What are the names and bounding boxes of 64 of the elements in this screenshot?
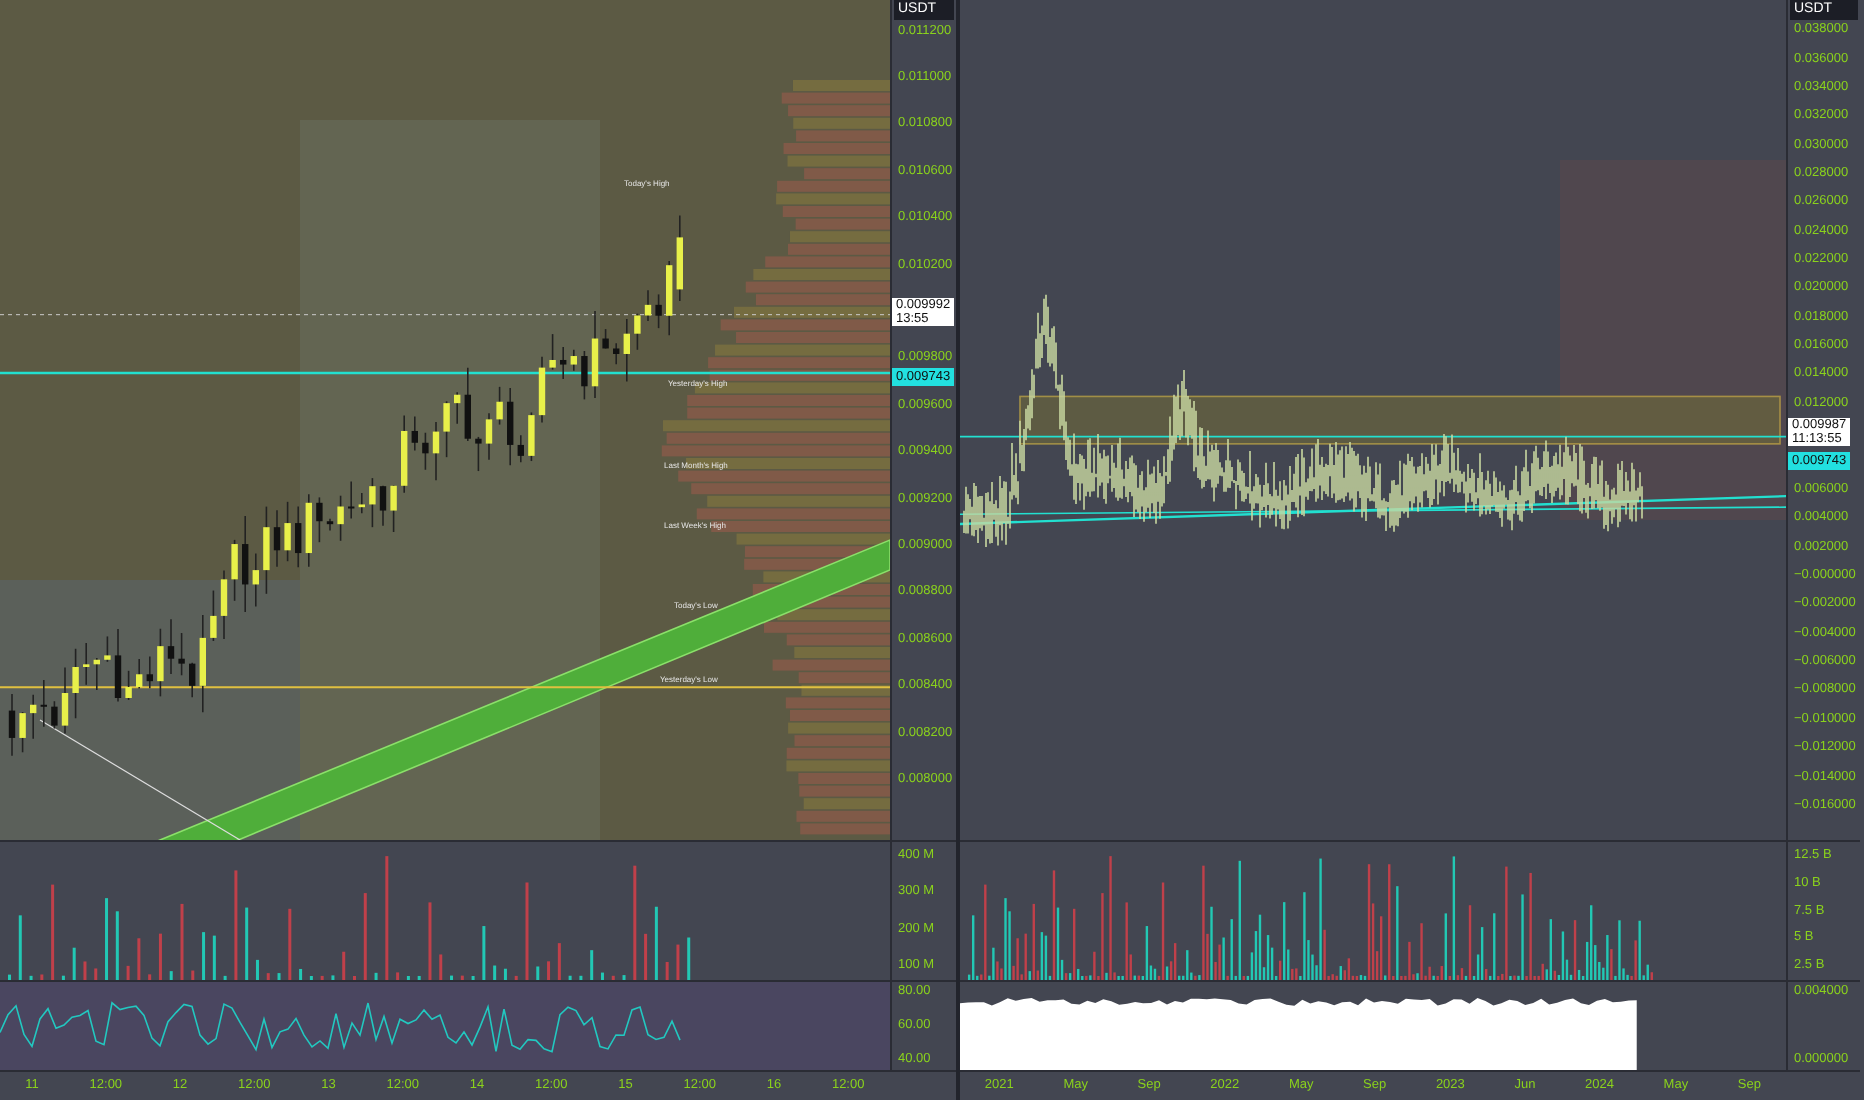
candlestick	[379, 485, 387, 527]
candlestick	[51, 700, 58, 730]
candlestick	[284, 501, 291, 562]
candlestick	[305, 493, 312, 568]
candlestick	[326, 517, 334, 532]
candlestick	[602, 328, 609, 350]
candlestick	[210, 589, 217, 642]
candlestick	[157, 627, 164, 698]
candlestick	[676, 214, 683, 302]
candlestick	[83, 642, 90, 686]
candlestick	[61, 666, 69, 735]
candlestick	[464, 366, 471, 442]
candlestick	[591, 310, 599, 399]
candlestick	[178, 632, 185, 677]
candlestick	[538, 356, 546, 424]
candlestick	[549, 333, 556, 371]
candlestick	[560, 346, 567, 380]
candlestick	[634, 312, 641, 351]
candlestick	[231, 539, 238, 602]
candlestick	[167, 618, 175, 675]
candlestick	[252, 552, 259, 608]
candlestick	[104, 635, 111, 663]
candlestick	[189, 662, 196, 699]
candlestick	[496, 386, 503, 426]
candlestick	[623, 318, 630, 383]
candlestick	[30, 694, 37, 740]
candlestick	[613, 342, 620, 366]
candlestick	[220, 569, 228, 640]
candlestick	[263, 505, 270, 595]
candlestick	[19, 711, 26, 754]
candlestick	[295, 505, 302, 568]
candlestick	[146, 655, 153, 690]
candlestick	[570, 348, 577, 372]
candlestick	[93, 657, 100, 691]
candlestick	[411, 415, 418, 452]
candlestick	[390, 484, 397, 533]
candlestick	[337, 494, 344, 542]
candlestick	[581, 350, 588, 401]
candlestick	[432, 421, 440, 482]
candlestick	[125, 670, 132, 701]
candlestick	[443, 400, 450, 458]
candlestick	[8, 693, 16, 757]
candlestick	[528, 411, 535, 462]
candlestick	[666, 260, 673, 336]
candlestick	[40, 679, 47, 728]
candlestick	[422, 431, 429, 471]
candlestick	[485, 412, 493, 461]
candlestick	[401, 414, 408, 494]
candlestick	[655, 293, 662, 329]
candlestick	[199, 614, 206, 713]
candlestick	[72, 647, 79, 720]
candlestick	[316, 496, 323, 543]
candlestick	[273, 509, 281, 568]
candlestick	[644, 289, 652, 322]
candlestick	[517, 434, 524, 463]
candlestick	[358, 492, 365, 515]
candlestick	[454, 391, 461, 425]
candlestick	[475, 436, 482, 472]
candlestick	[507, 387, 514, 467]
candlestick	[114, 628, 122, 703]
candlestick	[242, 515, 249, 613]
candlestick	[348, 480, 355, 520]
candlestick	[369, 477, 376, 528]
candlestick	[136, 658, 143, 690]
